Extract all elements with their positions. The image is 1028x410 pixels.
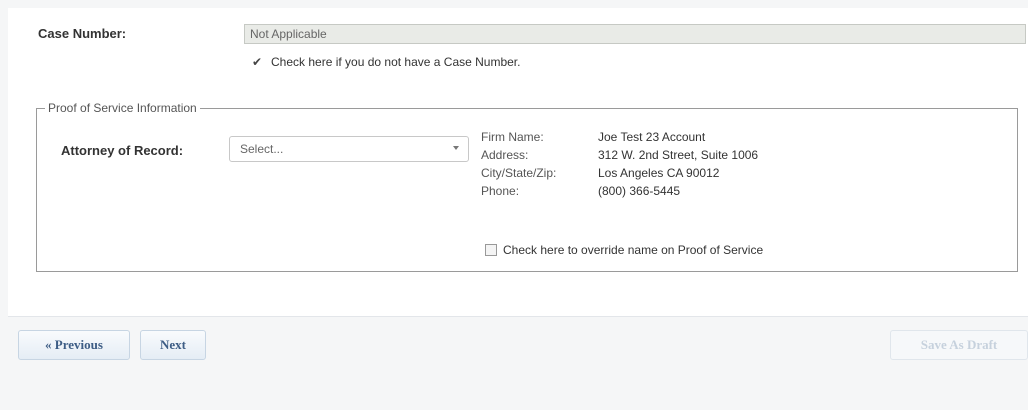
- case-number-label: Case Number:: [38, 26, 127, 41]
- case-number-field[interactable]: Not Applicable: [244, 24, 1026, 44]
- proof-of-service-fieldset: Proof of Service Information Attorney of…: [36, 101, 1018, 272]
- proof-of-service-legend: Proof of Service Information: [45, 101, 200, 115]
- city-state-zip-label: City/State/Zip:: [481, 166, 557, 180]
- override-name-checkbox[interactable]: [485, 244, 497, 256]
- attorney-select[interactable]: Select...: [229, 136, 469, 162]
- chevron-down-icon: [453, 146, 459, 150]
- override-name-checkbox-row[interactable]: Check here to override name on Proof of …: [485, 243, 763, 257]
- firm-info: Firm Name: Joe Test 23 Account Address: …: [481, 130, 758, 198]
- override-name-label: Check here to override name on Proof of …: [503, 243, 764, 257]
- city-state-zip-value: Los Angeles CA 90012: [598, 166, 720, 180]
- previous-button[interactable]: « Previous: [18, 330, 130, 360]
- phone-label: Phone:: [481, 184, 520, 198]
- phone-value: (800) 366-5445: [598, 184, 681, 198]
- form-panel: Case Number: Not Applicable ✔ Check here…: [8, 8, 1028, 317]
- no-case-number-label: Check here if you do not have a Case Num…: [271, 55, 521, 69]
- save-as-draft-button[interactable]: Save As Draft: [890, 330, 1028, 360]
- attorney-select-value: Select...: [240, 142, 284, 156]
- address-value: 312 W. 2nd Street, Suite 1006: [598, 148, 759, 162]
- firm-name-label: Firm Name:: [481, 130, 544, 144]
- address-label: Address:: [481, 148, 529, 162]
- no-case-number-checkbox-row[interactable]: ✔ Check here if you do not have a Case N…: [252, 55, 520, 69]
- firm-name-value: Joe Test 23 Account: [598, 130, 706, 144]
- next-button[interactable]: Next: [140, 330, 206, 360]
- attorney-of-record-label: Attorney of Record:: [61, 143, 184, 158]
- checkmark-icon[interactable]: ✔: [252, 56, 264, 68]
